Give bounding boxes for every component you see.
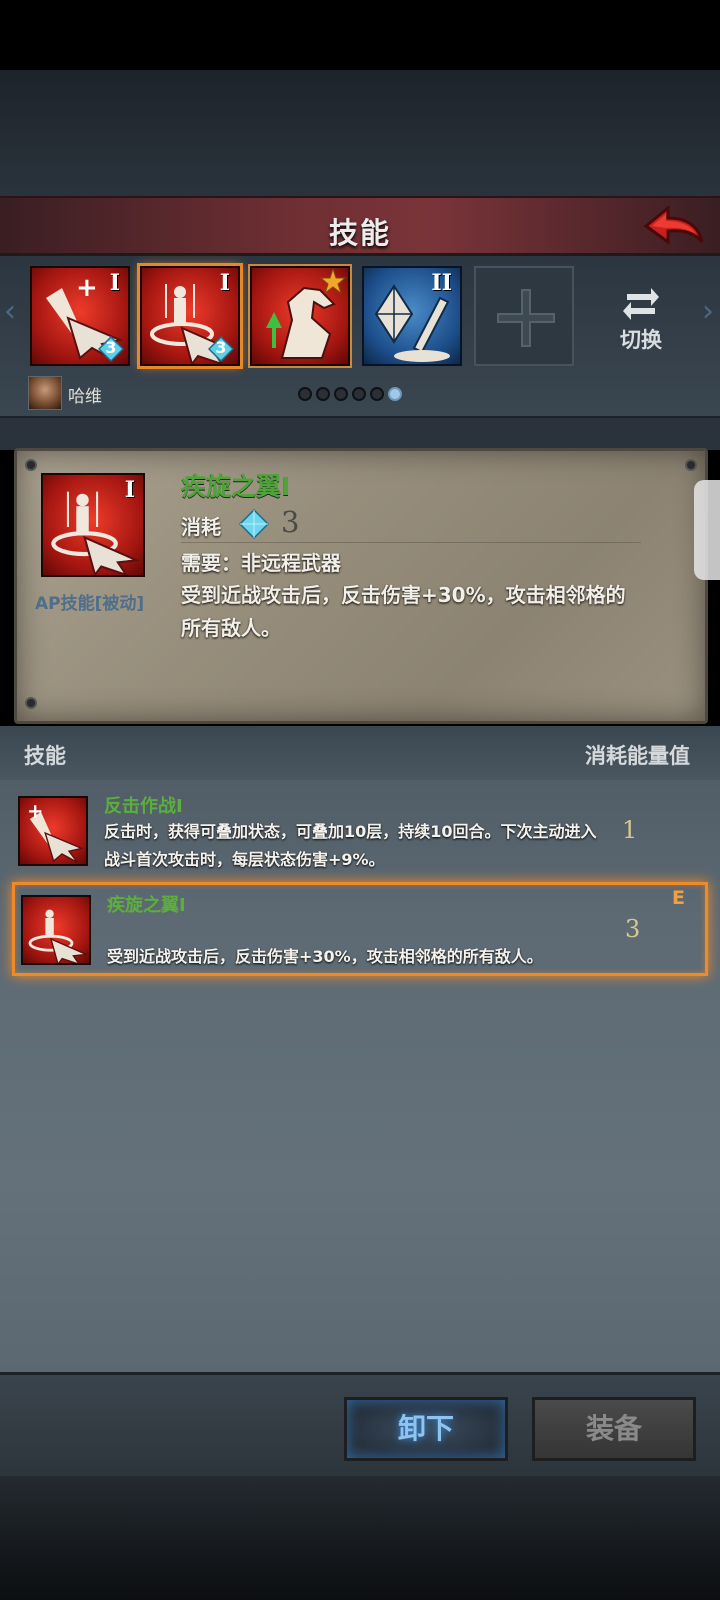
list-item-name: 疾旋之翼I xyxy=(107,895,186,916)
skill-list-item-selected[interactable]: 疾旋之翼I 受到近战攻击后，反击伤害+30%，攻击相邻格的所有敌人。 3 E xyxy=(12,882,708,976)
cost-row: 消耗 3 xyxy=(181,505,641,543)
skill-detail-panel: I AP技能[被动] 疾旋之翼I 消耗 3 需要：非远程武器 受到近战攻击后，反… xyxy=(14,448,708,724)
skill-slot-4[interactable]: II xyxy=(362,266,462,366)
skill-type-label: AP技能[被动] xyxy=(35,594,145,614)
back-arrow-icon[interactable] xyxy=(642,204,706,250)
skill-cost-gem-icon: 3 xyxy=(207,335,235,363)
scroll-left-arrow-icon[interactable]: ‹ xyxy=(4,294,16,329)
detail-skill-icon: I xyxy=(41,473,145,577)
whirlwind-wing-icon xyxy=(21,895,91,965)
skill-list-item[interactable]: + 反击作战I 反击时，获得可叠加状态，可叠加10层，持续10回合。下次主动进入… xyxy=(12,786,708,880)
unequip-button[interactable]: 卸下 xyxy=(344,1397,508,1461)
action-bar: 卸下 装备 xyxy=(0,1372,720,1476)
side-handle[interactable] xyxy=(694,480,720,580)
list-item-description: 受到近战攻击后，反击伤害+30%，攻击相邻格的所有敌人。 xyxy=(107,947,543,966)
svg-text:+: + xyxy=(27,800,43,823)
scroll-right-arrow-icon[interactable]: › xyxy=(702,294,714,329)
skill-list: 技能 消耗能量值 + 反击作战I 反击时，获得可叠加状态，可叠加10层，持续10… xyxy=(0,726,720,1372)
list-item-description: 反击时，获得可叠加状态，可叠加10层，持续10回合。下次主动进入战斗首次攻击时，… xyxy=(104,822,597,869)
list-item-cost: 1 xyxy=(622,816,638,844)
skill-rank: I xyxy=(219,270,230,296)
bottom-backdrop xyxy=(0,1476,720,1600)
whirlwind-wing-icon: I xyxy=(41,473,145,577)
skill-cost-gem-icon: 3 xyxy=(97,335,125,363)
swap-arrows-icon xyxy=(623,288,659,320)
hero-avatar xyxy=(28,376,62,410)
hero-name: 哈维 xyxy=(68,387,102,407)
list-header-skill: 技能 xyxy=(24,744,66,768)
list-item-name: 反击作战I xyxy=(104,796,183,817)
energy-gem-icon xyxy=(239,509,269,539)
status-bar-area xyxy=(0,0,720,70)
list-item-cost: 3 xyxy=(625,915,641,943)
top-backdrop xyxy=(0,70,720,196)
equipped-skill-bar: ‹ + I 3 I 3 II 切换 › 哈维 xyxy=(0,256,720,418)
page-dot xyxy=(316,387,330,401)
equipped-tag: E xyxy=(672,887,685,909)
page-dot-active xyxy=(388,387,402,401)
star-icon xyxy=(320,268,346,294)
switch-button[interactable]: 切换 xyxy=(606,278,676,358)
detail-skill-name: 疾旋之翼I xyxy=(181,472,291,501)
list-header-cost: 消耗能量值 xyxy=(585,744,690,768)
rivet xyxy=(685,459,697,471)
rivet xyxy=(25,697,37,709)
skill-rank: I xyxy=(109,270,120,296)
switch-label: 切换 xyxy=(620,328,662,352)
skill-list-header: 技能 消耗能量值 xyxy=(0,726,720,780)
rivet xyxy=(25,459,37,471)
equip-button[interactable]: 装备 xyxy=(532,1397,696,1461)
detail-skill-rank: I xyxy=(124,477,135,503)
skill-description: 受到近战攻击后，反击伤害+30%，攻击相邻格的所有敌人。 xyxy=(181,583,626,640)
page-title: 技能 xyxy=(328,216,391,250)
skill-slot-2[interactable]: I 3 xyxy=(137,263,243,369)
page-indicator xyxy=(298,386,406,405)
cost-value: 3 xyxy=(281,505,300,539)
skill-slot-1[interactable]: + I 3 xyxy=(30,266,130,366)
svg-text:+: + xyxy=(76,273,98,303)
skill-slot-5-empty[interactable] xyxy=(474,266,574,366)
page-dot xyxy=(352,387,366,401)
page-dot xyxy=(298,387,312,401)
title-bar: 技能 xyxy=(0,196,720,256)
page-dot xyxy=(370,387,384,401)
skill-cost: 3 xyxy=(215,338,227,357)
empty-slot-cross-icon xyxy=(497,289,555,347)
requirement-text: 需要：非远程武器 xyxy=(181,551,341,575)
divider-band xyxy=(0,418,720,450)
page-dot xyxy=(334,387,348,401)
cost-label: 消耗 xyxy=(181,515,221,539)
skill-rank: II xyxy=(431,270,452,296)
counterattack-sword-icon: + xyxy=(18,796,88,866)
skill-slot-3[interactable] xyxy=(248,264,352,368)
skill-cost: 3 xyxy=(105,338,117,357)
